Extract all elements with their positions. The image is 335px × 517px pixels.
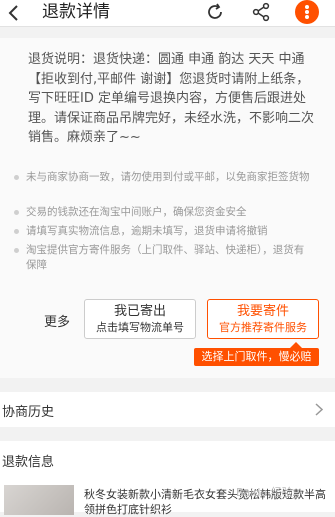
return-note-text: 退货说明：退货快递：圆通 申通 韵达 天天 中通【拒收到付,平邮件 谢谢】您退货… — [28, 52, 315, 145]
send-parcel-button-sublabel: 官方推荐寄件服务 — [219, 321, 307, 334]
refund-info-section: 退款信息 秋冬女装新款小清新毛衣女套头宽松韩版短款半高领拼色打底针织衫 — [0, 441, 335, 516]
bullet-dot-icon — [14, 229, 19, 234]
pickup-tooltip: 选择上门取件，慢必赔 — [194, 348, 319, 366]
more-menu-button[interactable] — [295, 0, 319, 24]
more-dot — [305, 10, 309, 14]
bullet-dot-icon — [14, 248, 19, 253]
tip-item: 交易的钱款还在淘宝中间账户，确保您资金安全 — [14, 205, 314, 220]
tip-text: 交易的钱款还在淘宝中间账户，确保您资金安全 — [26, 206, 247, 218]
shipped-button-sublabel: 点击填写物流单号 — [96, 321, 184, 334]
refresh-icon[interactable] — [205, 2, 225, 22]
chevron-right-icon — [315, 403, 323, 416]
more-dot — [305, 15, 309, 19]
bullet-dot-icon — [14, 175, 19, 180]
negotiation-history-row[interactable]: 协商历史 — [0, 392, 335, 427]
return-instructions-card: 退货说明：退货快递：圆通 申通 韵达 天天 中通【拒收到付,平邮件 谢谢】您退货… — [0, 38, 335, 160]
product-thumbnail[interactable] — [4, 485, 74, 515]
history-label: 协商历史 — [2, 405, 55, 420]
tip-text: 淘宝提供官方寄件服务（上门取件、驿站、快递柜），退货有保障 — [26, 244, 305, 271]
tip-item: 淘宝提供官方寄件服务（上门取件、驿站、快递柜），退货有保障 — [14, 243, 314, 273]
send-parcel-button[interactable]: 我要寄件 官方推荐寄件服务 — [207, 299, 319, 339]
refund-info-label: 退款信息 — [2, 455, 55, 470]
tip-item: 未与商家协商一致，请勿使用到付或平邮，以免商家拒签货物 — [14, 170, 314, 185]
send-parcel-button-label: 我要寄件 — [236, 304, 289, 319]
action-bar: 更多 我已寄出 点击填写物流单号 我要寄件 官方推荐寄件服务 选择上门取件，慢必… — [0, 288, 335, 378]
top-bar: 退款详情 — [0, 0, 335, 27]
bullet-dot-icon — [14, 210, 19, 215]
share-icon[interactable] — [251, 2, 271, 22]
watermark: Baidu 经验 — [236, 486, 293, 499]
back-arrow-icon[interactable] — [6, 4, 22, 22]
tip-text: 请填写真实物流信息，逾期未填写，退货申请将撤销 — [26, 225, 268, 237]
more-link[interactable]: 更多 — [44, 311, 70, 330]
tip-item: 请填写真实物流信息，逾期未填写，退货申请将撤销 — [14, 224, 314, 239]
tip-text: 未与商家协商一致，请勿使用到付或平邮，以免商家拒签货物 — [26, 171, 310, 183]
shipped-button-label: 我已寄出 — [113, 304, 166, 319]
shipped-button[interactable]: 我已寄出 点击填写物流单号 — [84, 299, 196, 339]
more-dot — [305, 5, 309, 9]
tips-list: 未与商家协商一致，请勿使用到付或平邮，以免商家拒签货物 交易的钱款还在淘宝中间账… — [0, 160, 335, 288]
page-title: 退款详情 — [42, 2, 110, 22]
